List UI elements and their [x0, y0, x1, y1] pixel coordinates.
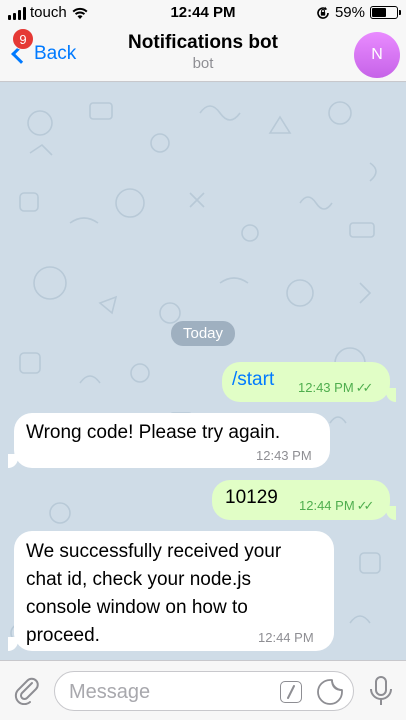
carrier-name: touch — [30, 4, 67, 21]
status-right: 59% — [316, 4, 401, 21]
signal-strength-icon — [8, 6, 26, 20]
unread-count-badge: 9 — [12, 28, 34, 50]
message-composer — [0, 660, 406, 720]
slash-command-icon[interactable] — [280, 681, 302, 703]
message-text: We successfully received your chat id, c… — [26, 538, 281, 650]
date-divider: Today — [171, 321, 235, 346]
message-line: console window on how to — [26, 597, 248, 618]
message-text: 10129 — [225, 487, 278, 508]
message-time: 12:43 PM — [256, 448, 312, 463]
message-line: chat id, check your node.js — [26, 569, 251, 590]
message-bubble-outgoing[interactable]: /start 12:43 PM ✓✓ — [222, 362, 390, 402]
chat-header: Back 9 Notifications bot bot N — [0, 28, 406, 82]
bot-avatar[interactable]: N — [354, 32, 400, 78]
message-line: proceed. — [26, 625, 100, 646]
message-meta: 12:43 PM ✓✓ — [298, 376, 374, 398]
double-check-icon: ✓✓ — [356, 498, 375, 513]
message-list[interactable]: Today /start 12:43 PM ✓✓ Wrong code! Plea… — [0, 83, 406, 660]
message-time: 12:43 PM — [298, 380, 354, 395]
battery-percent: 59% — [334, 4, 365, 21]
paperclip-icon[interactable] — [12, 675, 42, 705]
battery-icon — [370, 6, 401, 19]
status-left: touch — [8, 4, 89, 21]
message-text: Wrong code! Please try again. — [26, 422, 281, 443]
message-bubble-incoming[interactable]: Wrong code! Please try again. 12:43 PM — [14, 413, 330, 468]
message-meta: 12:44 PM ✓✓ — [299, 494, 375, 516]
rotation-lock-icon — [317, 6, 329, 19]
message-field[interactable] — [54, 671, 354, 711]
message-time: 12:44 PM — [258, 630, 314, 645]
message-text[interactable]: /start — [232, 369, 274, 391]
microphone-icon[interactable] — [368, 675, 394, 707]
battery-level — [372, 8, 387, 17]
message-bubble-outgoing[interactable]: 10129 12:44 PM ✓✓ — [212, 480, 390, 520]
message-line: We successfully received your — [26, 541, 282, 562]
message-bubble-incoming[interactable]: We successfully received your chat id, c… — [14, 531, 334, 651]
double-check-icon: ✓✓ — [355, 380, 374, 395]
message-input[interactable] — [69, 678, 269, 706]
message-time: 12:44 PM — [299, 498, 355, 513]
sticker-icon[interactable] — [316, 678, 344, 706]
wifi-icon — [72, 7, 88, 19]
status-bar: touch 12:44 PM 59% — [0, 0, 406, 28]
back-label: Back — [34, 43, 77, 64]
